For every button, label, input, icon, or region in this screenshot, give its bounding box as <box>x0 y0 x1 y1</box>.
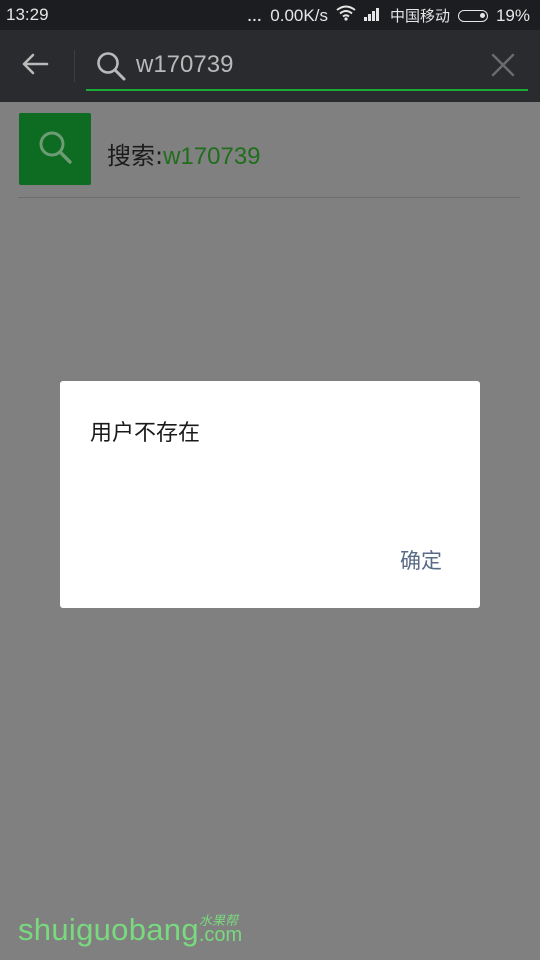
close-icon <box>491 53 515 81</box>
search-result-row[interactable]: 搜索:w170739 <box>18 112 520 186</box>
watermark-text: shuiguobang <box>18 912 199 947</box>
search-underline <box>86 89 528 91</box>
confirm-button[interactable]: 确定 <box>400 545 442 575</box>
result-term: w170739 <box>163 143 261 170</box>
header-divider <box>74 50 75 82</box>
result-divider <box>18 197 520 198</box>
status-right-group: ... 0.00K/s 中国移动 19% <box>248 5 530 26</box>
back-arrow-icon <box>21 52 49 80</box>
network-speed: 0.00K/s <box>270 5 328 25</box>
result-label: 搜索:w170739 <box>107 136 261 171</box>
status-bar: 13:29 ... 0.00K/s 中国移动 19% <box>0 0 540 30</box>
battery-percent: 19% <box>495 5 530 25</box>
back-button[interactable] <box>12 44 58 88</box>
result-prefix: 搜索: <box>107 142 164 170</box>
dialog-message: 用户不存在 <box>90 421 201 446</box>
carrier-name: 中国移动 <box>389 7 450 25</box>
search-header <box>0 30 540 102</box>
clear-button[interactable] <box>486 50 520 84</box>
result-icon-box <box>19 113 91 185</box>
notification-dots: ... <box>247 7 263 24</box>
watermark: shuiguobang 水果帮 .com <box>18 908 279 948</box>
alert-dialog: 用户不存在 确定 <box>60 381 480 608</box>
search-icon <box>95 50 127 82</box>
search-icon <box>37 129 73 169</box>
wifi-icon <box>336 5 356 26</box>
watermark-side: 水果帮 .com <box>199 908 279 948</box>
status-time: 13:29 <box>6 5 49 24</box>
signal-bars-icon <box>363 6 382 26</box>
watermark-tld: .com <box>198 924 243 946</box>
search-input[interactable] <box>136 48 466 82</box>
battery-icon <box>457 9 488 22</box>
